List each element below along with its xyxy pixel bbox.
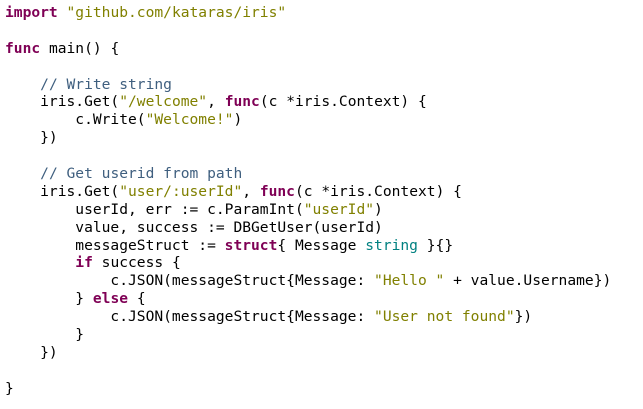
code-line: // Write string [5,76,611,94]
code-line: value, success := DBGetUser(userId) [5,219,611,237]
code-line: }) [5,344,611,362]
code-text-token: { [128,290,146,308]
code-text-token: }{} [417,236,454,254]
string-literal-token: "Hello " [374,272,445,290]
code-text-token: userId, err := c.ParamInt( [5,200,304,218]
code-line: import "github.com/kataras/iris" [5,4,611,22]
comment-token: // Get userid from path [40,165,243,183]
code-line: }) [5,129,611,147]
code-text-token: success { [92,254,181,272]
code-text-token: } [5,379,14,397]
code-text-token: iris.Get( [5,93,120,111]
code-line: } [5,326,611,344]
code-line: } else { [5,290,611,308]
keyword-token: else [92,290,129,308]
code-line: // Get userid from path [5,165,611,183]
string-literal-token: "user/:userId" [119,182,243,200]
string-literal-token: "Welcome!" [145,111,234,129]
code-text-token: } [5,290,93,308]
code-text-token: (c *iris.Context) { [294,182,462,200]
code-text-token: c.Write( [5,111,146,129]
code-line: ​ [5,147,611,165]
code-line: } [5,380,611,398]
code-line: ​ [5,362,611,380]
code-text-token: } [5,326,85,344]
code-text-token: iris.Get( [5,182,120,200]
string-literal-token: "github.com/kataras/iris" [66,4,287,21]
keyword-token: struct [224,236,278,254]
code-text-token: }) [514,308,533,326]
string-literal-token: "User not found" [374,308,515,326]
code-text-token: c.JSON(messageStruct{Message: [5,272,375,290]
code-line: c.Write("Welcome!") [5,111,611,129]
keyword-token: if [75,254,93,272]
code-line: if success { [5,254,611,272]
code-text-token: ) [233,111,243,129]
code-line: c.JSON(messageStruct{Message: "Hello " +… [5,272,611,290]
string-literal-token: "userId" [303,200,375,218]
code-line: ​ [5,22,611,40]
code-line: c.JSON(messageStruct{Message: "User not … [5,308,611,326]
go-source-code[interactable]: import "github.com/kataras/iris"​func ma… [5,4,611,398]
code-text-token: ) [374,200,383,218]
code-text-token: { Message [277,236,366,254]
code-line: ​ [5,58,611,76]
code-text-token: + value.Username}) [444,272,612,290]
string-literal-token: "/welcome" [119,93,208,111]
code-text-token: , [242,182,260,200]
keyword-token: func [259,182,295,200]
comment-token: // Write string [40,75,172,93]
keyword-token: import [5,4,58,21]
code-line: func main() { [5,40,611,58]
code-text-token: }) [5,129,58,147]
code-line: userId, err := c.ParamInt("userId") [5,201,611,219]
type-token: string [365,236,418,254]
code-text-token: main() { [40,39,120,57]
code-text-token: value, success := DBGetUser(userId) [5,218,383,236]
code-text-token: }) [5,343,58,361]
keyword-token: func [224,93,260,111]
code-text-token: c.JSON(messageStruct{Message: [5,308,375,326]
code-text-token: messageStruct := [5,236,225,254]
code-editor[interactable]: import "github.com/kataras/iris"​func ma… [0,0,643,409]
code-line: iris.Get("/welcome", func(c *iris.Contex… [5,93,611,111]
code-text-token: , [207,93,225,111]
code-text-token: (c *iris.Context) { [259,93,427,111]
code-line: messageStruct := struct{ Message string … [5,237,611,255]
code-line: iris.Get("user/:userId", func(c *iris.Co… [5,183,611,201]
keyword-token: func [5,39,41,57]
